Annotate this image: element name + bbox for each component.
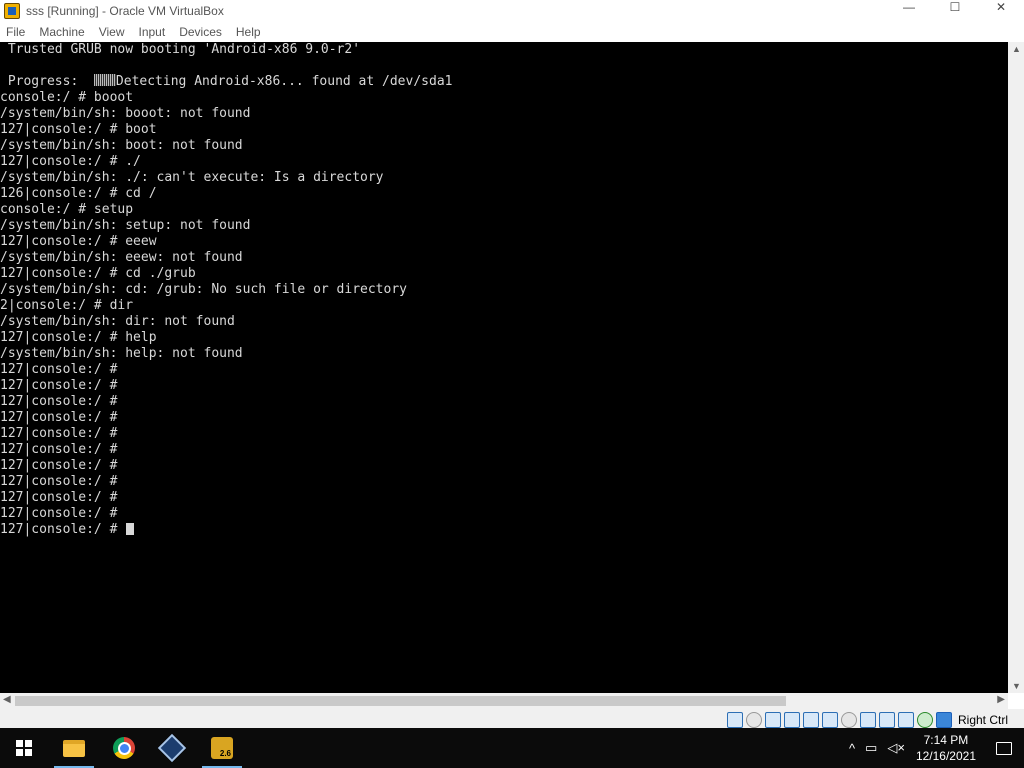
console-line: console:/ # booot xyxy=(0,90,134,105)
console-line: 127|console:/ # ./ xyxy=(0,154,141,169)
clock-time: 7:14 PM xyxy=(923,733,969,747)
volume-muted-icon[interactable]: ◁× xyxy=(887,740,905,756)
menu-file[interactable]: File xyxy=(2,25,33,39)
window-title: sss [Running] - Oracle VM VirtualBox xyxy=(26,4,224,18)
progress-bar xyxy=(93,74,116,86)
console-line: 127|console:/ # xyxy=(0,442,118,457)
usb-icon[interactable] xyxy=(802,711,819,728)
system-tray: ^ ▭ ◁× 7:14 PM 12/16/2021 xyxy=(844,728,1024,768)
console-line: 126|console:/ # cd / xyxy=(0,186,157,201)
console-line: 127|console:/ # xyxy=(0,490,118,505)
console-line: /system/bin/sh: ./: can't execute: Is a … xyxy=(0,170,384,185)
windows-logo-icon xyxy=(16,740,32,756)
clock-date: 12/16/2021 xyxy=(915,749,976,763)
taskbar-virtualbox[interactable] xyxy=(148,728,196,768)
network-tray-icon[interactable]: ▭ xyxy=(865,740,877,756)
virtualbox-vm-icon xyxy=(4,3,20,19)
console-line: 127|console:/ # xyxy=(0,458,118,473)
console-line: 127|console:/ # help xyxy=(0,330,157,345)
console-line: /system/bin/sh: setup: not found xyxy=(0,218,251,233)
cpu-icon[interactable] xyxy=(897,711,914,728)
taskbar: 2.6 ^ ▭ ◁× 7:14 PM 12/16/2021 xyxy=(0,728,1024,768)
optical-drive-icon[interactable] xyxy=(745,711,762,728)
menu-help[interactable]: Help xyxy=(232,25,269,39)
window-title-bar[interactable]: sss [Running] - Oracle VM VirtualBox — ☐… xyxy=(0,0,1024,22)
console-line: 127|console:/ # eeew xyxy=(0,234,157,249)
menu-input[interactable]: Input xyxy=(135,25,174,39)
clock[interactable]: 7:14 PM 12/16/2021 xyxy=(916,732,976,764)
console-output: console:/ # booot/system/bin/sh: booot: … xyxy=(0,90,1008,522)
console-line: 127|console:/ # xyxy=(0,394,118,409)
hard-disk-icon[interactable] xyxy=(726,711,743,728)
menu-view[interactable]: View xyxy=(95,25,133,39)
vm-status-bar: Right Ctrl xyxy=(0,709,1024,730)
console-line: console:/ # setup xyxy=(0,202,134,217)
virtualbox-icon xyxy=(157,733,187,763)
console-line: /system/bin/sh: boot: not found xyxy=(0,138,243,153)
recording-icon[interactable] xyxy=(878,711,895,728)
vm-badge: 2.6 xyxy=(219,749,231,758)
console-prompt: 127|console:/ # xyxy=(0,522,126,537)
console-line: /system/bin/sh: eeew: not found xyxy=(0,250,243,265)
minimize-button[interactable]: — xyxy=(886,0,932,14)
vm-window-icon: 2.6 xyxy=(211,737,233,759)
video-capture-icon[interactable] xyxy=(859,711,876,728)
start-button[interactable] xyxy=(0,728,48,768)
keyboard-capture-icon[interactable] xyxy=(935,711,952,728)
scroll-down-arrow-icon[interactable]: ▼ xyxy=(1012,681,1021,691)
close-button[interactable]: ✕ xyxy=(978,0,1024,14)
taskbar-chrome[interactable] xyxy=(100,728,148,768)
menu-bar: File Machine View Input Devices Help xyxy=(0,22,1024,42)
host-key-label: Right Ctrl xyxy=(957,712,1008,727)
progress-text: Detecting Android-x86... found at /dev/s… xyxy=(115,74,453,89)
maximize-button[interactable]: ☐ xyxy=(932,0,978,14)
vm-display[interactable]: Trusted GRUB now booting 'Android-x86 9.… xyxy=(0,42,1024,693)
shared-folders-icon[interactable] xyxy=(821,711,838,728)
horizontal-scrollbar[interactable]: ◀ ▶ xyxy=(0,693,1008,709)
network-icon[interactable] xyxy=(783,711,800,728)
console-line: /system/bin/sh: booot: not found xyxy=(0,106,251,121)
taskbar-vm-window[interactable]: 2.6 xyxy=(198,728,246,768)
chrome-icon xyxy=(113,737,135,759)
mouse-integration-icon[interactable] xyxy=(916,711,933,728)
display-icon[interactable] xyxy=(840,711,857,728)
show-hidden-icons-chevron-icon[interactable]: ^ xyxy=(849,741,855,756)
console-line: 127|console:/ # boot xyxy=(0,122,157,137)
taskbar-file-explorer[interactable] xyxy=(50,728,98,768)
console-line: /system/bin/sh: cd: /grub: No such file … xyxy=(0,282,407,297)
vertical-scrollbar[interactable]: ▲ ▼ xyxy=(1008,42,1024,693)
console-line: Trusted GRUB now booting 'Android-x86 9.… xyxy=(0,42,361,57)
folder-icon xyxy=(63,739,85,757)
menu-devices[interactable]: Devices xyxy=(175,25,230,39)
menu-machine[interactable]: Machine xyxy=(35,25,92,39)
console-line: /system/bin/sh: help: not found xyxy=(0,346,243,361)
console-progress-line: Progress: Detecting Android-x86... found… xyxy=(0,74,1008,90)
text-cursor xyxy=(126,523,135,535)
console-line: 127|console:/ # xyxy=(0,362,118,377)
scroll-right-arrow-icon[interactable]: ▶ xyxy=(997,694,1005,705)
console-line: 2|console:/ # dir xyxy=(0,298,134,313)
console-line: 127|console:/ # xyxy=(0,426,118,441)
console-line: /system/bin/sh: dir: not found xyxy=(0,314,235,329)
console-line: 127|console:/ # xyxy=(0,474,118,489)
console-line: 127|console:/ # xyxy=(0,410,118,425)
console-line: 127|console:/ # xyxy=(0,378,118,393)
window-controls: — ☐ ✕ xyxy=(886,0,1024,14)
progress-label: Progress: xyxy=(0,74,94,89)
console-prompt-line[interactable]: 127|console:/ # xyxy=(0,522,1008,538)
scroll-up-arrow-icon[interactable]: ▲ xyxy=(1012,44,1021,54)
console-line: 127|console:/ # xyxy=(0,506,118,521)
horizontal-scroll-thumb[interactable] xyxy=(15,696,786,706)
action-center-button[interactable] xyxy=(984,728,1024,768)
notification-icon xyxy=(996,741,1012,755)
audio-icon[interactable] xyxy=(764,711,781,728)
scroll-left-arrow-icon[interactable]: ◀ xyxy=(3,694,11,705)
console-line: 127|console:/ # cd ./grub xyxy=(0,266,196,281)
guest-console[interactable]: Trusted GRUB now booting 'Android-x86 9.… xyxy=(0,42,1008,693)
